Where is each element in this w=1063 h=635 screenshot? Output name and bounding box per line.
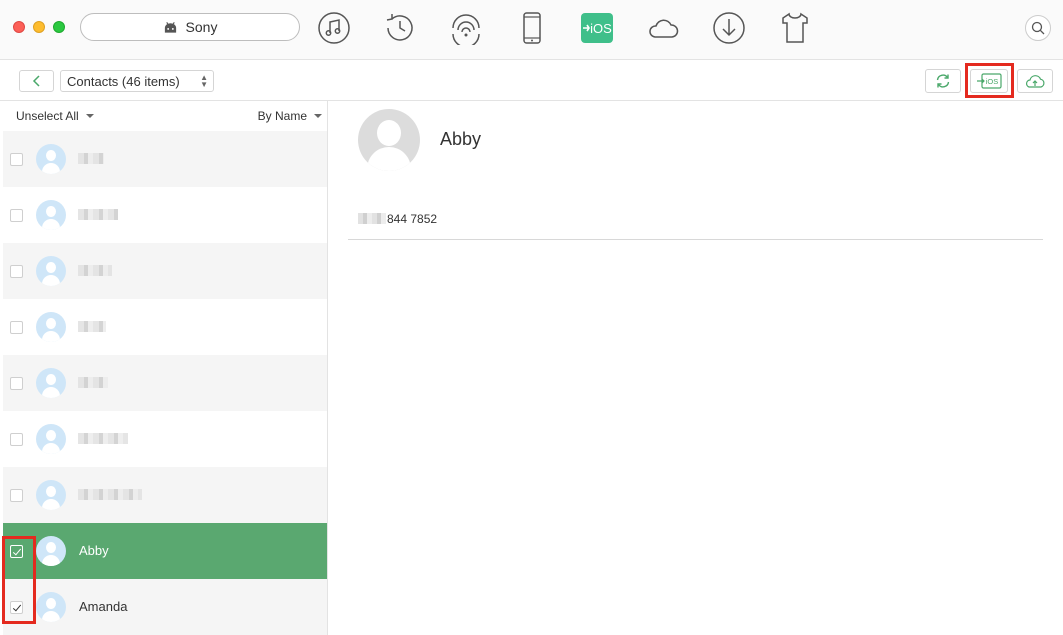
to-ios-device-icon: iOS: [977, 73, 1002, 89]
pixelated-name: [78, 209, 118, 220]
contact-name-label: Abby: [79, 543, 109, 558]
avatar: [36, 200, 66, 230]
contact-checkbox[interactable]: [10, 377, 23, 390]
contact-row[interactable]: [3, 243, 327, 299]
avatar: [36, 256, 66, 286]
pixelated-area-code: [358, 213, 386, 224]
category-select[interactable]: Contacts (46 items) ▲ ▼: [60, 70, 214, 92]
unselect-all-button[interactable]: Unselect All: [16, 109, 94, 123]
category-label: Contacts (46 items): [67, 73, 180, 89]
send-to-ios-button[interactable]: iOS: [970, 69, 1008, 93]
unselect-all-label: Unselect All: [16, 108, 79, 123]
history-icon[interactable]: [382, 10, 418, 46]
contact-photo: [358, 109, 420, 171]
search-icon: [1031, 21, 1045, 35]
avatar: [36, 480, 66, 510]
dropdown-caret-icon: [85, 113, 94, 118]
sort-by-button[interactable]: By Name: [258, 109, 322, 123]
android-icon: [164, 21, 176, 33]
download-icon[interactable]: [711, 10, 747, 46]
to-ios-label: iOS: [590, 21, 612, 36]
app-window: Sony iOS Contacts (46 items) ▲ ▼ iOS Uns…: [0, 0, 1063, 635]
contact-checkbox[interactable]: [10, 601, 23, 614]
contact-name-label: Amanda: [79, 599, 128, 614]
avatar: [36, 424, 66, 454]
contact-row[interactable]: Abby: [3, 523, 327, 579]
contact-row[interactable]: [3, 411, 327, 467]
pixelated-name: [78, 489, 142, 500]
contact-row[interactable]: [3, 355, 327, 411]
cloud-upload-icon: [1025, 75, 1045, 88]
contact-row[interactable]: [3, 299, 327, 355]
avatar: [36, 312, 66, 342]
sub-toolbar: Contacts (46 items) ▲ ▼ iOS: [0, 61, 1063, 101]
sort-label: By Name: [257, 108, 307, 123]
refresh-icon: [936, 74, 950, 88]
device-selector[interactable]: Sony: [80, 13, 300, 41]
back-button[interactable]: [19, 70, 54, 92]
contact-row[interactable]: [3, 187, 327, 243]
title-bar: Sony iOS: [0, 0, 1063, 60]
music-icon[interactable]: [316, 10, 352, 46]
minimize-window-button[interactable]: [33, 21, 45, 33]
cloud-icon[interactable]: [645, 10, 681, 46]
contact-checkbox[interactable]: [10, 265, 23, 278]
contact-checkbox[interactable]: [10, 153, 23, 166]
refresh-button[interactable]: [925, 69, 961, 93]
pixelated-name: [78, 153, 104, 164]
list-header: Unselect All By Name: [0, 101, 327, 130]
upload-cloud-button[interactable]: [1017, 69, 1053, 93]
contact-checkbox[interactable]: [10, 545, 23, 558]
avatar: [36, 144, 66, 174]
close-window-button[interactable]: [13, 21, 25, 33]
avatar: [36, 592, 66, 622]
phone-number: 844 7852: [387, 212, 438, 226]
phone-icon[interactable]: [514, 10, 550, 46]
avatar: [36, 368, 66, 398]
pixelated-name: [78, 265, 112, 276]
contact-checkbox[interactable]: [10, 321, 23, 334]
wifi-sync-icon[interactable]: [448, 10, 484, 46]
zoom-window-button[interactable]: [53, 21, 65, 33]
pixelated-name: [78, 321, 106, 332]
pixelated-name: [78, 433, 128, 444]
contact-row[interactable]: Amanda: [3, 579, 327, 635]
tshirt-icon[interactable]: [777, 10, 813, 46]
contact-checkbox[interactable]: [10, 209, 23, 222]
select-arrows-icon: ▲ ▼: [200, 73, 208, 89]
contact-row[interactable]: [3, 131, 327, 187]
contact-checkbox[interactable]: [10, 433, 23, 446]
search-button[interactable]: [1025, 15, 1051, 41]
pixelated-name: [78, 377, 108, 388]
contact-name: Abby: [440, 129, 482, 149]
contact-detail-pane: Abby 844 7852: [329, 101, 1063, 635]
dropdown-caret-icon: [314, 113, 322, 118]
send-to-ios-label: iOS: [986, 77, 999, 86]
contact-row[interactable]: [3, 467, 327, 523]
contact-checkbox[interactable]: [10, 489, 23, 502]
avatar: [36, 536, 66, 566]
phone-row: 844 7852: [348, 205, 1043, 240]
chevron-left-icon: [32, 75, 40, 87]
device-name: Sony: [185, 19, 218, 35]
to-ios-icon[interactable]: iOS: [579, 10, 615, 46]
